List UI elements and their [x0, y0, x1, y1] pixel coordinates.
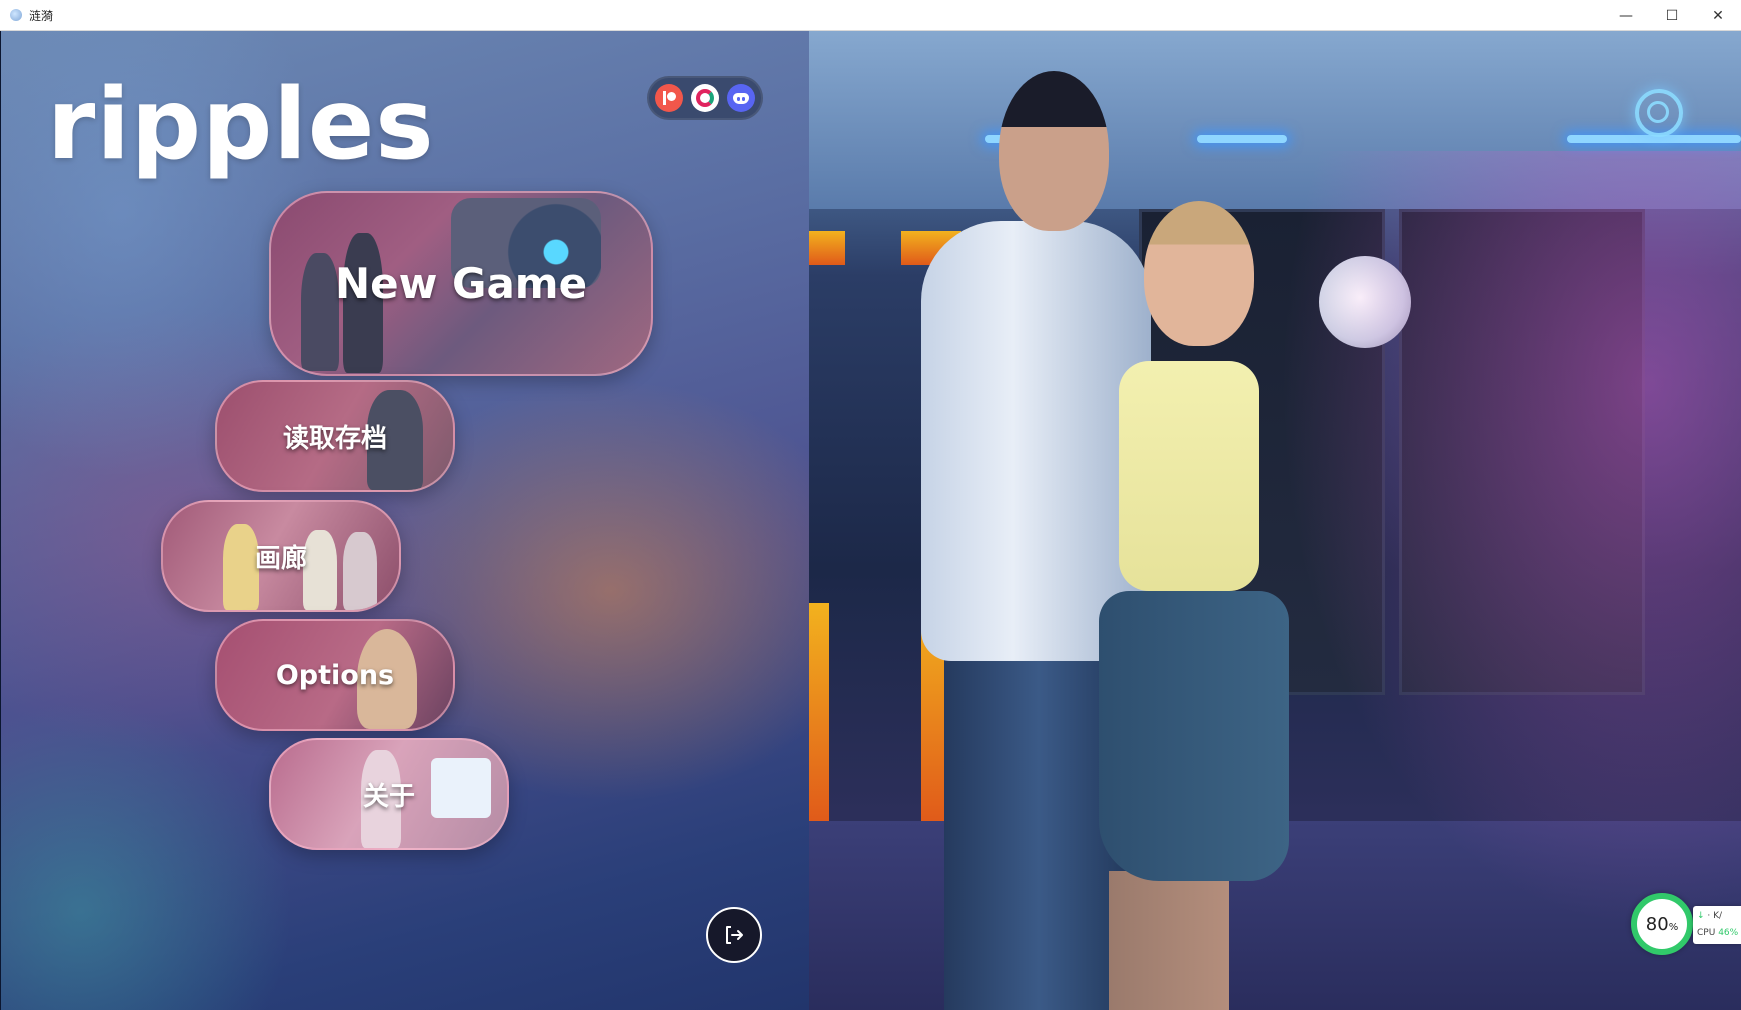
maximize-button[interactable]: ☐: [1649, 0, 1695, 31]
memory-percent: 80%: [1646, 914, 1678, 935]
thumbnail-window: [431, 758, 491, 818]
system-monitor-details: ↓ · K/ CPU 46%: [1693, 906, 1741, 944]
app-icon: [10, 9, 22, 21]
system-monitor-widget[interactable]: 80%: [1631, 893, 1693, 955]
new-game-button[interactable]: New Game: [269, 191, 653, 376]
memory-percent-unit: %: [1668, 921, 1679, 933]
subscribestar-icon-ring: [696, 89, 714, 107]
download-arrow-icon: ↓: [1697, 911, 1705, 921]
about-label: 关于: [362, 781, 415, 812]
thumbnail-figure: [343, 532, 377, 610]
character-woman-top: [1119, 361, 1259, 591]
exit-door-icon: [726, 926, 743, 944]
minimize-button[interactable]: —: [1603, 0, 1649, 31]
purple-light-beam: [1279, 151, 1741, 931]
thumbnail-figure: [223, 524, 259, 610]
memory-percent-value: 80: [1645, 913, 1669, 935]
character-man-head: [999, 71, 1109, 231]
arcade-machine: [809, 603, 829, 823]
title-scene-artwork: [809, 31, 1741, 1010]
patreon-icon-bar: [663, 91, 666, 105]
patreon-icon-dot: [666, 92, 676, 101]
game-logo: ripples: [47, 68, 435, 182]
game-viewport: ripples New Game 读取存档 画廊 Options 关于: [1, 31, 1741, 1010]
social-links: [647, 76, 763, 120]
gallery-button[interactable]: 画廊: [161, 500, 401, 612]
discord-icon-body: [733, 92, 749, 104]
thumbnail-figure: [301, 253, 339, 371]
character-woman-skirt: [1099, 591, 1289, 881]
discord-icon[interactable]: [727, 84, 755, 112]
main-menu-panel: ripples New Game 读取存档 画廊 Options 关于: [1, 31, 809, 1010]
cpu-row: CPU 46%: [1697, 928, 1738, 938]
network-speed: · K/: [1707, 911, 1723, 921]
character-woman-head: [1144, 201, 1254, 346]
gallery-label: 画廊: [254, 543, 307, 574]
load-game-label: 读取存档: [282, 423, 387, 454]
new-game-label: New Game: [334, 259, 588, 308]
arcade-machine: [809, 231, 845, 265]
cpu-value: 46%: [1718, 928, 1739, 938]
window-title: 涟漪: [29, 9, 54, 23]
exit-button[interactable]: [706, 907, 762, 963]
window-titlebar: 涟漪 — ☐ ✕: [0, 0, 1741, 31]
thumbnail-figure: [303, 530, 337, 610]
character-woman-legs: [1109, 871, 1229, 1010]
network-speed-row: ↓ · K/: [1697, 911, 1722, 921]
cpu-label: CPU: [1697, 928, 1716, 938]
subscribestar-icon[interactable]: [691, 84, 719, 112]
neon-light: [1197, 135, 1287, 143]
patreon-icon[interactable]: [655, 84, 683, 112]
about-button[interactable]: 关于: [269, 738, 509, 850]
close-button[interactable]: ✕: [1695, 0, 1741, 31]
options-button[interactable]: Options: [215, 619, 455, 731]
load-game-button[interactable]: 读取存档: [215, 380, 455, 492]
options-label: Options: [275, 659, 395, 691]
spiral-wall-light: [1635, 89, 1683, 137]
